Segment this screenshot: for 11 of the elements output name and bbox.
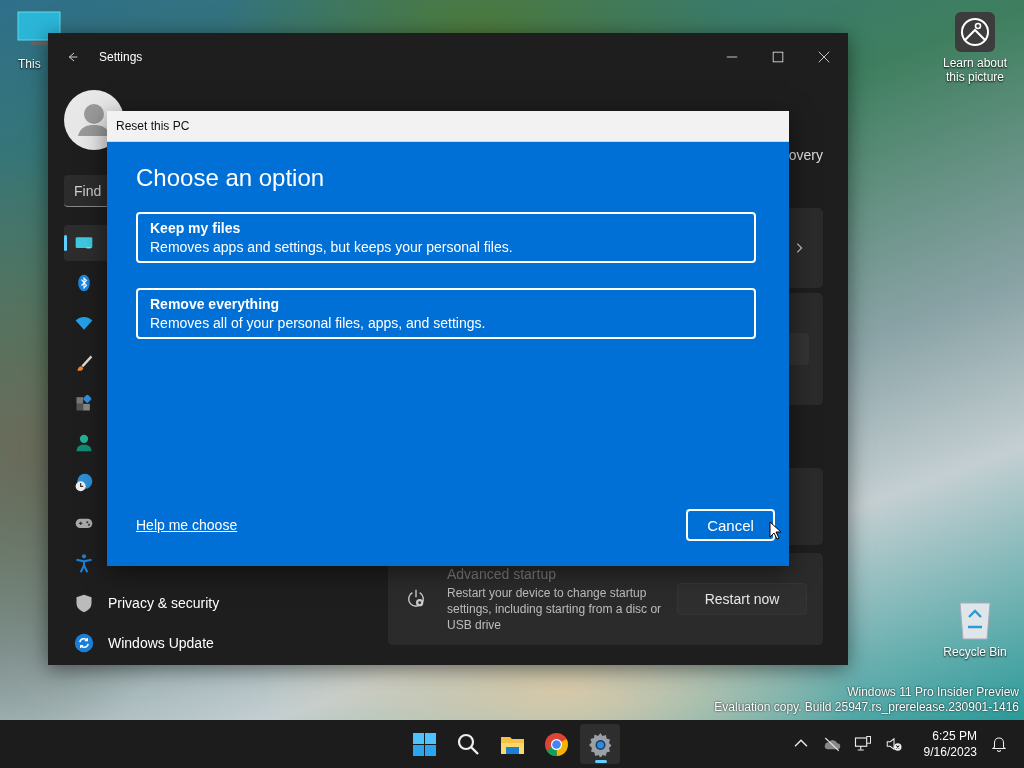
- icon-label: Recycle Bin: [942, 645, 1008, 659]
- setting-description: Restart your device to change startup settings, including starting from a disc or USB drive: [447, 584, 663, 633]
- icon-label: Learn about this picture: [942, 56, 1008, 84]
- dialog-heading: Choose an option: [136, 164, 326, 192]
- setting-title: Advanced startup: [447, 565, 557, 582]
- window-title: Settings: [99, 50, 143, 64]
- watermark-text: Windows 11 Pro Insider Preview: [846, 685, 1019, 700]
- icon-label: This: [18, 57, 41, 71]
- watermark-text: Evaluation copy. Build 25947.rs_prerelease.230901-1416: [714, 700, 1019, 715]
- description-text: overy: [788, 147, 823, 163]
- dialog-title: Reset this PC: [107, 111, 789, 142]
